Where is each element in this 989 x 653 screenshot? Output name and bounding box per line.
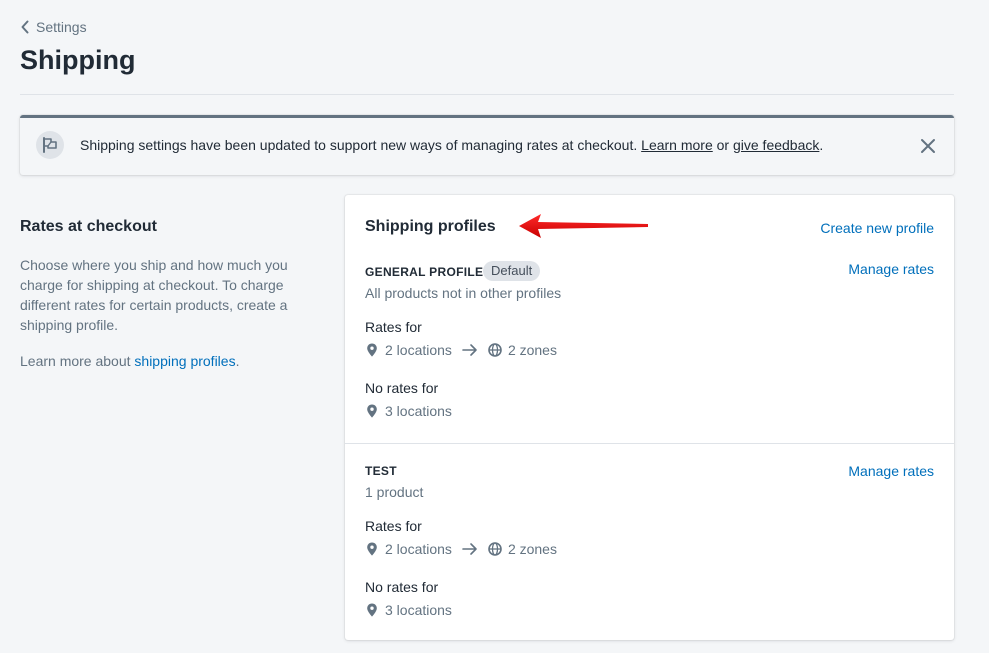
manage-rates-link[interactable]: Manage rates: [848, 261, 934, 277]
banner-message: Shipping settings have been updated to s…: [80, 137, 823, 153]
default-badge: Default: [483, 261, 541, 281]
learn-prefix: Learn more about: [20, 353, 135, 369]
no-rates-for-row: 3 locations: [365, 403, 452, 419]
title-divider: [20, 94, 954, 95]
manage-rates-link[interactable]: Manage rates: [848, 463, 934, 479]
profile-subtitle: 1 product: [365, 484, 424, 500]
banner-end: .: [819, 137, 824, 153]
rates-for-label: Rates for: [365, 319, 422, 335]
rates-zones: 2 zones: [507, 342, 557, 358]
profile-subtitle: All products not in other profiles: [365, 285, 562, 301]
location-pin-icon: [367, 343, 377, 357]
back-to-settings-link[interactable]: Settings: [20, 19, 87, 35]
banner-or: or: [716, 137, 730, 153]
info-banner: Shipping settings have been updated to s…: [20, 115, 954, 175]
profile-name: GENERAL PROFILE: [365, 265, 484, 279]
location-pin-icon: [367, 404, 377, 418]
create-new-profile-link[interactable]: Create new profile: [820, 220, 934, 236]
back-label: Settings: [36, 19, 87, 35]
shipping-profiles-link[interactable]: shipping profiles: [134, 353, 235, 369]
flag-icon: [36, 131, 64, 159]
close-icon[interactable]: [920, 138, 936, 154]
rates-for-row: 2 locations 2 zones: [365, 541, 557, 557]
rates-for-row: 2 locations 2 zones: [365, 342, 557, 358]
shipping-profiles-card: Shipping profiles Create new profile GEN…: [345, 195, 954, 640]
no-rates-locations: 3 locations: [385, 403, 452, 419]
profile-general: GENERAL PROFILE Default Manage rates All…: [345, 255, 954, 443]
learn-suffix: .: [235, 353, 240, 369]
rates-locations: 2 locations: [385, 541, 452, 557]
profile-test: TEST Manage rates 1 product Rates for 2 …: [345, 443, 954, 640]
rates-zones: 2 zones: [507, 541, 557, 557]
banner-text: Shipping settings have been updated to s…: [80, 137, 638, 153]
globe-icon: [488, 542, 502, 556]
card-title: Shipping profiles: [365, 218, 496, 235]
section-title: Rates at checkout: [20, 218, 157, 235]
chevron-left-icon: [21, 20, 29, 34]
page-title: Shipping: [20, 45, 136, 75]
learn-more-link[interactable]: Learn more: [641, 137, 713, 153]
location-pin-icon: [367, 542, 377, 556]
location-pin-icon: [367, 603, 377, 617]
rates-locations: 2 locations: [385, 342, 452, 358]
give-feedback-link[interactable]: give feedback: [733, 137, 819, 153]
no-rates-for-label: No rates for: [365, 380, 439, 396]
profile-name: TEST: [365, 464, 397, 478]
rates-for-label: Rates for: [365, 518, 422, 534]
section-description: Choose where you ship and how much you c…: [20, 257, 288, 333]
no-rates-for-label: No rates for: [365, 579, 439, 595]
arrow-right-icon: [462, 344, 477, 356]
section-learn-more: Learn more about shipping profiles.: [20, 351, 239, 371]
no-rates-locations: 3 locations: [385, 602, 452, 618]
no-rates-for-row: 3 locations: [365, 602, 452, 618]
arrow-right-icon: [462, 543, 477, 555]
globe-icon: [488, 343, 502, 357]
red-arrow-annotation: [519, 214, 648, 238]
